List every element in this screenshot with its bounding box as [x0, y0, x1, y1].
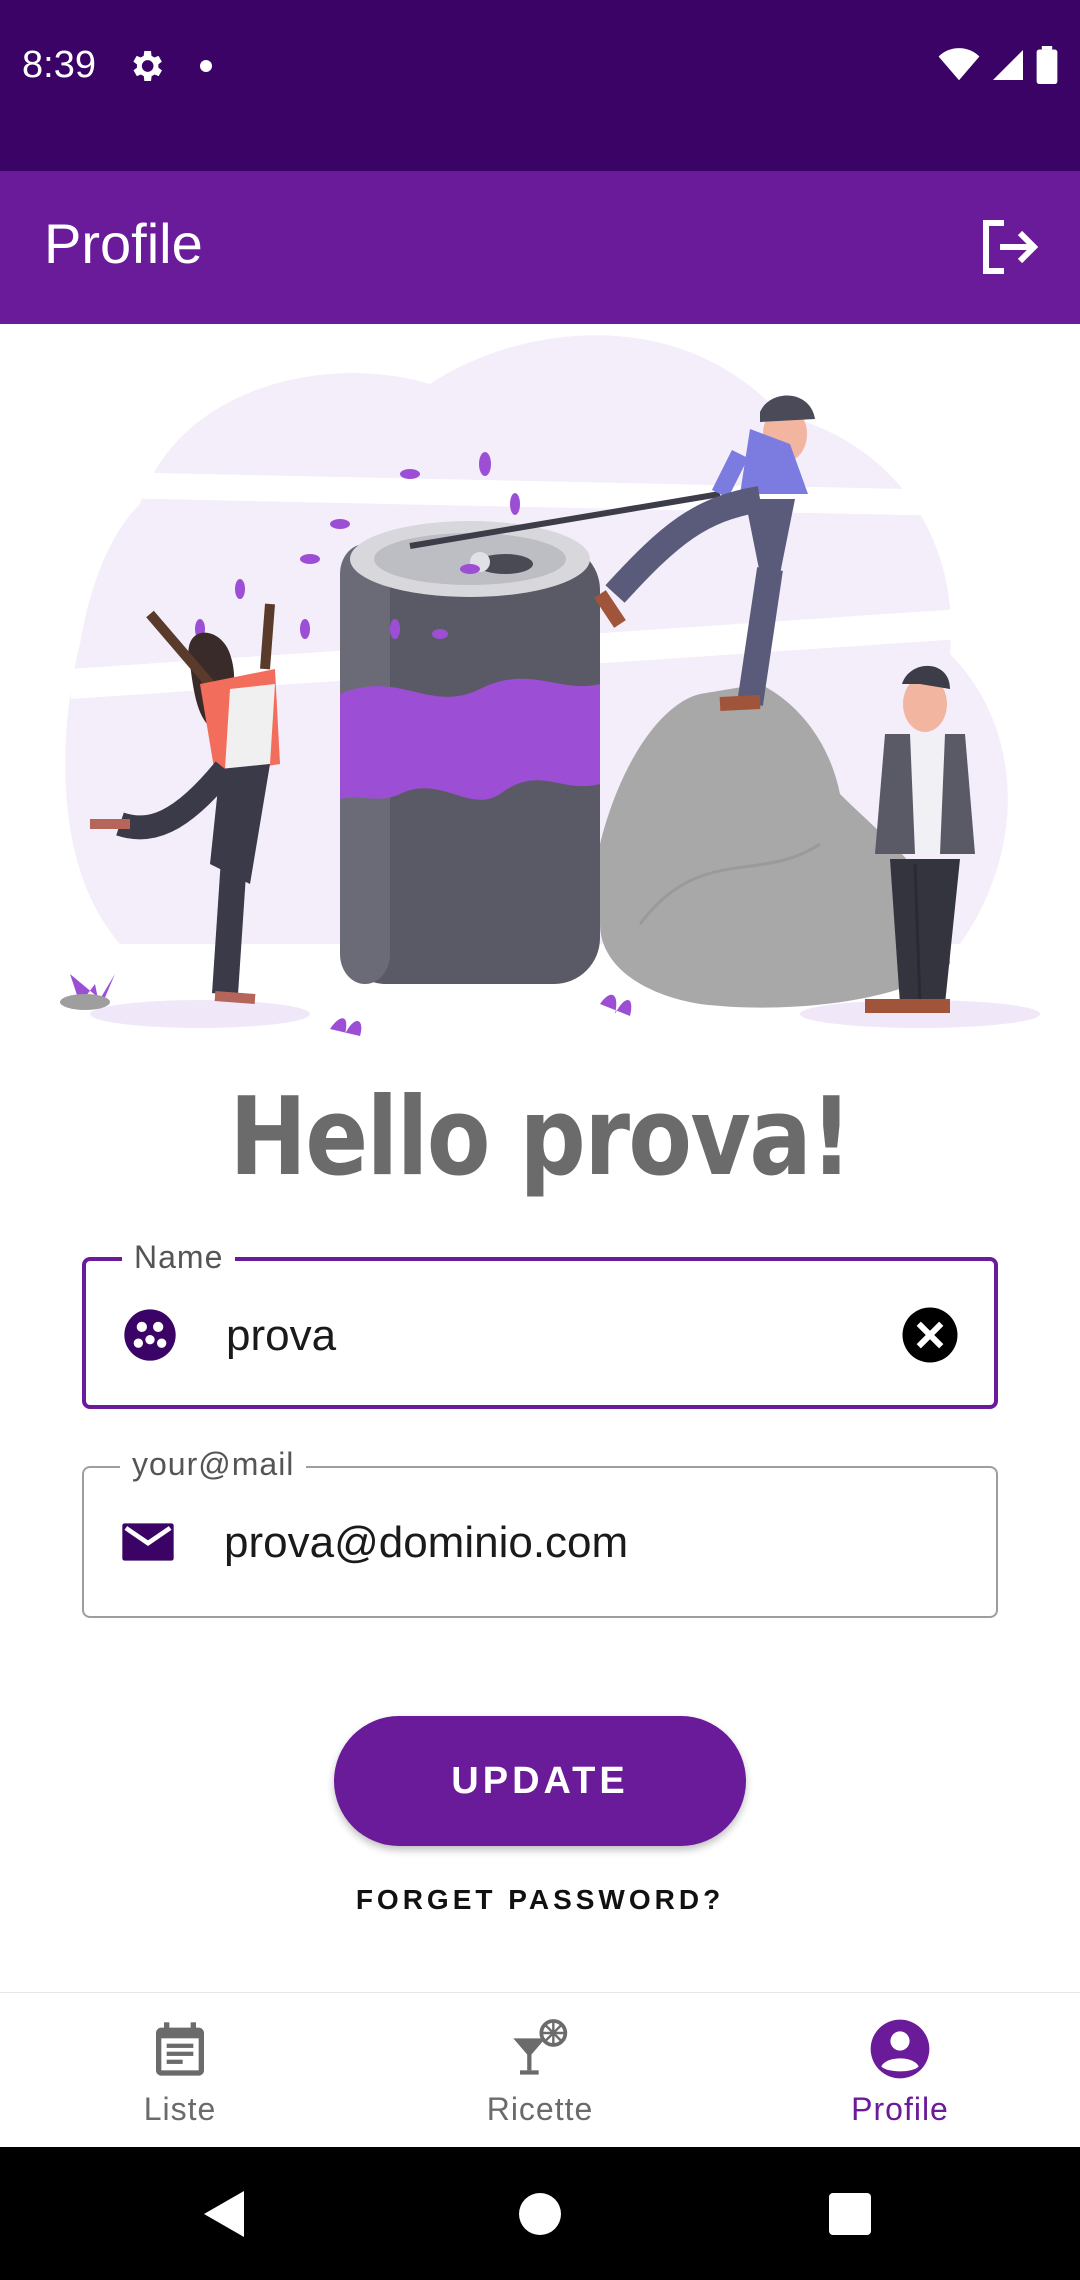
- email-field[interactable]: your@mail prova@dominio.com: [82, 1446, 998, 1618]
- calendar-list-icon: [156, 2022, 204, 2076]
- account-circle-icon: [870, 2019, 930, 2079]
- app-bar: Profile: [0, 171, 1080, 324]
- logout-button[interactable]: [970, 207, 1050, 287]
- greeting-heading: Hello prova!: [229, 1075, 852, 1200]
- system-navigation-bar: [0, 2147, 1080, 2280]
- face-icon: [124, 1309, 176, 1361]
- logout-icon: [983, 220, 1039, 274]
- page-title: Profile: [44, 212, 203, 275]
- cell-signal-icon: [993, 50, 1023, 80]
- recents-button[interactable]: [829, 2193, 871, 2235]
- notification-dot-icon: [200, 60, 212, 72]
- nav-item-ricette[interactable]: Ricette: [360, 1993, 720, 2147]
- wifi-icon: [938, 48, 980, 81]
- cocktail-icon: [513, 2019, 568, 2075]
- nav-label-ricette: Ricette: [486, 2091, 594, 2127]
- forget-password-link[interactable]: FORGET PASSWORD?: [0, 1884, 1080, 1916]
- settings-icon: [133, 51, 162, 81]
- nav-label-liste: Liste: [143, 2091, 217, 2127]
- name-field[interactable]: Name prova: [82, 1239, 998, 1409]
- nav-item-liste[interactable]: Liste: [0, 1993, 360, 2147]
- hero-illustration: [59, 335, 1040, 1036]
- clear-icon[interactable]: [900, 1305, 960, 1365]
- name-field-label: Name: [122, 1239, 236, 1276]
- mail-icon: [122, 1523, 174, 1561]
- email-field-label: your@mail: [120, 1446, 307, 1483]
- home-button[interactable]: [519, 2193, 561, 2235]
- email-input[interactable]: prova@dominio.com: [224, 1518, 628, 1568]
- status-bar: 8:39: [0, 0, 1080, 171]
- battery-icon: [1036, 46, 1058, 84]
- status-time: 8:39: [22, 44, 96, 86]
- nav-label-profile: Profile: [851, 2091, 949, 2127]
- nav-item-profile[interactable]: Profile: [720, 1993, 1080, 2147]
- name-input[interactable]: prova: [226, 1311, 336, 1361]
- bottom-navigation: Liste Ricette Profile: [0, 1992, 1080, 2147]
- update-button[interactable]: UPDATE: [334, 1716, 746, 1846]
- back-icon[interactable]: [200, 2189, 246, 2239]
- status-indicators: [938, 46, 1058, 84]
